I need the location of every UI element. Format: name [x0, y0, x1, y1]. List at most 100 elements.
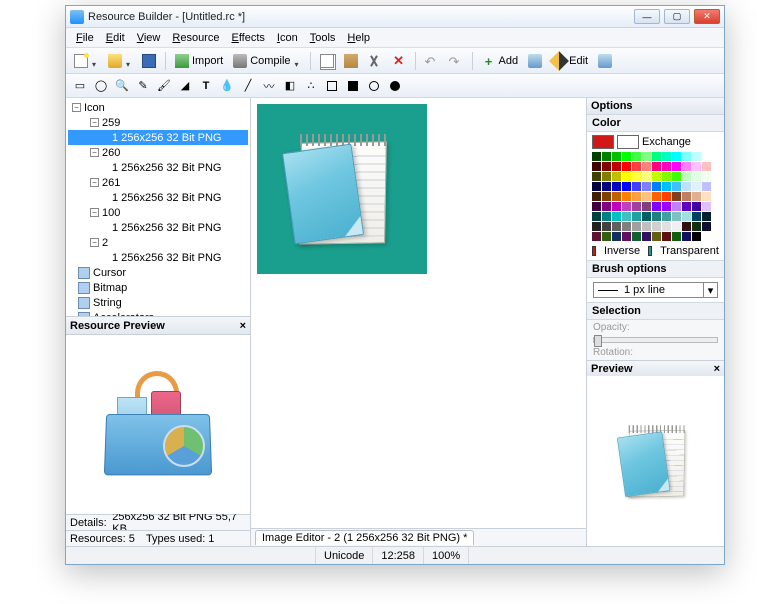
menu-effects[interactable]: Effects: [225, 30, 270, 46]
palette-cell[interactable]: [662, 172, 671, 181]
fill-tool[interactable]: ◢: [177, 78, 193, 94]
palette-cell[interactable]: [692, 232, 701, 241]
palette-cell[interactable]: [642, 192, 651, 201]
palette-cell[interactable]: [692, 202, 701, 211]
inverse-swatch[interactable]: [592, 246, 596, 256]
minimize-button[interactable]: —: [634, 9, 660, 24]
palette-cell[interactable]: [652, 212, 661, 221]
preview-pane-close[interactable]: ×: [714, 363, 720, 375]
palette-cell[interactable]: [682, 202, 691, 211]
palette-cell[interactable]: [622, 172, 631, 181]
palette-cell[interactable]: [662, 212, 671, 221]
palette-cell[interactable]: [672, 232, 681, 241]
palette-cell[interactable]: [672, 202, 681, 211]
menu-view[interactable]: View: [131, 30, 167, 46]
palette-cell[interactable]: [702, 202, 711, 211]
airbrush-tool[interactable]: ∴: [303, 78, 319, 94]
palette-cell[interactable]: [662, 232, 671, 241]
undo-button[interactable]: [421, 51, 443, 71]
palette-cell[interactable]: [702, 192, 711, 201]
menu-icon[interactable]: Icon: [271, 30, 304, 46]
cut-button[interactable]: [364, 51, 386, 71]
tree-leaf[interactable]: 1 256x256 32 Bit PNG: [68, 250, 248, 265]
palette-cell[interactable]: [632, 192, 641, 201]
palette-cell[interactable]: [682, 192, 691, 201]
palette-cell[interactable]: [702, 172, 711, 181]
palette-cell[interactable]: [602, 212, 611, 221]
save-button[interactable]: [138, 51, 160, 71]
menu-help[interactable]: Help: [341, 30, 376, 46]
new-button[interactable]: [70, 51, 102, 71]
palette-cell[interactable]: [592, 182, 601, 191]
edit-button[interactable]: Edit: [548, 51, 592, 71]
bg-color-swatch[interactable]: [617, 135, 639, 149]
palette-cell[interactable]: [622, 232, 631, 241]
palette-cell[interactable]: [632, 222, 641, 231]
palette-cell[interactable]: [672, 162, 681, 171]
palette-cell[interactable]: [672, 192, 681, 201]
exchange-link[interactable]: Exchange: [642, 136, 691, 148]
palette-cell[interactable]: [652, 232, 661, 241]
palette-cell[interactable]: [632, 162, 641, 171]
menu-tools[interactable]: Tools: [304, 30, 342, 46]
rect-outline-tool[interactable]: [324, 78, 340, 94]
copy-button[interactable]: [316, 51, 338, 71]
palette-cell[interactable]: [592, 202, 601, 211]
open-button[interactable]: [104, 51, 136, 71]
palette-cell[interactable]: [652, 182, 661, 191]
palette-cell[interactable]: [592, 212, 601, 221]
palette-cell[interactable]: [682, 222, 691, 231]
palette-cell[interactable]: [632, 152, 641, 161]
palette-cell[interactable]: [642, 182, 651, 191]
edit-tool-button[interactable]: [524, 51, 546, 71]
palette-cell[interactable]: [602, 202, 611, 211]
palette-cell[interactable]: [702, 162, 711, 171]
resource-tree[interactable]: −Icon −2591 256x256 32 Bit PNG−2601 256x…: [66, 98, 250, 316]
palette-cell[interactable]: [692, 182, 701, 191]
palette-cell[interactable]: [662, 182, 671, 191]
palette-cell[interactable]: [632, 212, 641, 221]
tree-node[interactable]: −2: [68, 235, 248, 250]
palette-cell[interactable]: [652, 202, 661, 211]
palette-cell[interactable]: [612, 222, 621, 231]
palette-cell[interactable]: [602, 182, 611, 191]
add-button[interactable]: +Add: [478, 51, 523, 71]
palette-cell[interactable]: [692, 222, 701, 231]
menu-edit[interactable]: Edit: [100, 30, 131, 46]
palette-cell[interactable]: [612, 172, 621, 181]
palette-cell[interactable]: [612, 202, 621, 211]
palette-cell[interactable]: [622, 192, 631, 201]
tree-type[interactable]: Cursor: [68, 265, 248, 280]
palette-cell[interactable]: [702, 212, 711, 221]
palette-cell[interactable]: [642, 212, 651, 221]
tree-leaf[interactable]: 1 256x256 32 Bit PNG: [68, 220, 248, 235]
menu-resource[interactable]: Resource: [166, 30, 225, 46]
palette-cell[interactable]: [662, 202, 671, 211]
palette-cell[interactable]: [682, 232, 691, 241]
curve-tool[interactable]: 〰: [261, 78, 277, 94]
palette-cell[interactable]: [632, 202, 641, 211]
editor-tab[interactable]: Image Editor - 2 (1 256x256 32 Bit PNG) …: [255, 530, 474, 545]
tree-type[interactable]: String: [68, 295, 248, 310]
select-rect-tool[interactable]: ▭: [72, 78, 88, 94]
palette-cell[interactable]: [612, 192, 621, 201]
palette-cell[interactable]: [672, 152, 681, 161]
palette-cell[interactable]: [662, 152, 671, 161]
palette-cell[interactable]: [682, 212, 691, 221]
palette-cell[interactable]: [652, 172, 661, 181]
palette-cell[interactable]: [592, 172, 601, 181]
ellipse-fill-tool[interactable]: [387, 78, 403, 94]
palette-cell[interactable]: [692, 212, 701, 221]
palette-cell[interactable]: [592, 222, 601, 231]
palette-cell[interactable]: [612, 182, 621, 191]
paste-button[interactable]: [340, 51, 362, 71]
palette-cell[interactable]: [642, 202, 651, 211]
palette-cell[interactable]: [692, 172, 701, 181]
palette-cell[interactable]: [702, 152, 711, 161]
tree-leaf[interactable]: 1 256x256 32 Bit PNG: [68, 160, 248, 175]
palette-cell[interactable]: [692, 152, 701, 161]
tree-node[interactable]: −100: [68, 205, 248, 220]
extra-button[interactable]: [594, 51, 616, 71]
palette-cell[interactable]: [642, 152, 651, 161]
palette-cell[interactable]: [602, 152, 611, 161]
